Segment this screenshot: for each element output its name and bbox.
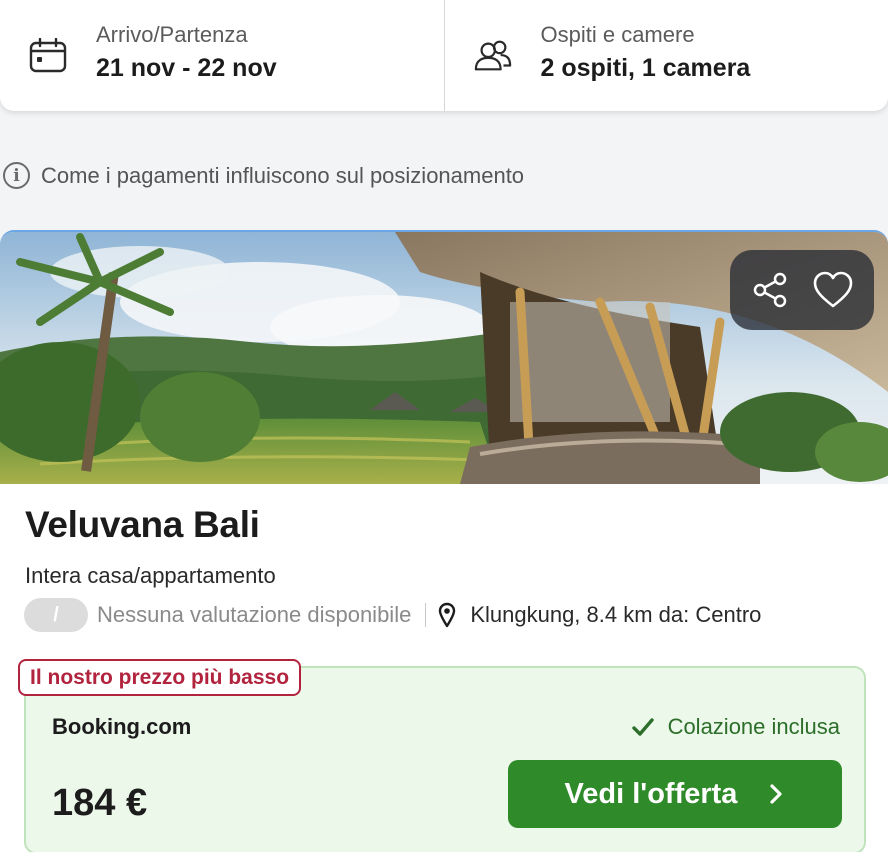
search-summary: Arrivo/Partenza 21 nov - 22 nov Ospiti e… [0, 0, 888, 111]
hotel-meta: / Nessuna valutazione disponibile Klungk… [24, 598, 761, 632]
view-offer-button[interactable]: Vedi l'offerta [508, 760, 842, 828]
users-icon [473, 36, 513, 76]
dates-value: 21 nov - 22 nov [96, 53, 277, 82]
payment-info-text: Come i pagamenti influiscono sul posizio… [41, 162, 525, 188]
rating-text: Nessuna valutazione disponibile [97, 602, 412, 627]
guests-label: Ospiti e camere [540, 21, 695, 47]
view-offer-label: Vedi l'offerta [564, 777, 738, 810]
hotel-photo[interactable] [0, 232, 888, 484]
info-icon: i [3, 162, 30, 189]
divider [425, 603, 427, 627]
price: 184 € [52, 782, 148, 824]
photo-actions [730, 250, 874, 330]
rating-badge: / [24, 598, 88, 632]
dates-selector[interactable]: Arrivo/Partenza 21 nov - 22 nov [0, 0, 444, 111]
property-type: Intera casa/appartamento [25, 563, 276, 588]
provider-name: Booking.com [52, 714, 192, 739]
hotel-name[interactable]: Veluvana Bali [25, 504, 260, 546]
hotel-card[interactable]: Veluvana Bali Intera casa/appartamento /… [0, 230, 888, 852]
calendar-icon [28, 36, 68, 76]
dates-label: Arrivo/Partenza [96, 21, 248, 47]
breakfast-included: Colazione inclusa [631, 714, 840, 740]
chevron-right-icon [770, 784, 783, 804]
lowest-price-badge: Il nostro prezzo più basso [18, 659, 302, 696]
guests-value: 2 ospiti, 1 camera [540, 53, 751, 82]
check-icon [631, 718, 654, 736]
payment-ranking-info[interactable]: i Come i pagamenti influiscono sul posiz… [3, 162, 524, 189]
location-text[interactable]: Klungkung, 8.4 km da: Centro [470, 602, 761, 628]
breakfast-text: Colazione inclusa [667, 714, 840, 739]
heart-icon[interactable] [809, 266, 857, 314]
location-pin-icon [438, 602, 458, 628]
share-icon[interactable] [747, 266, 795, 314]
guests-selector[interactable]: Ospiti e camere 2 ospiti, 1 camera [443, 0, 888, 111]
